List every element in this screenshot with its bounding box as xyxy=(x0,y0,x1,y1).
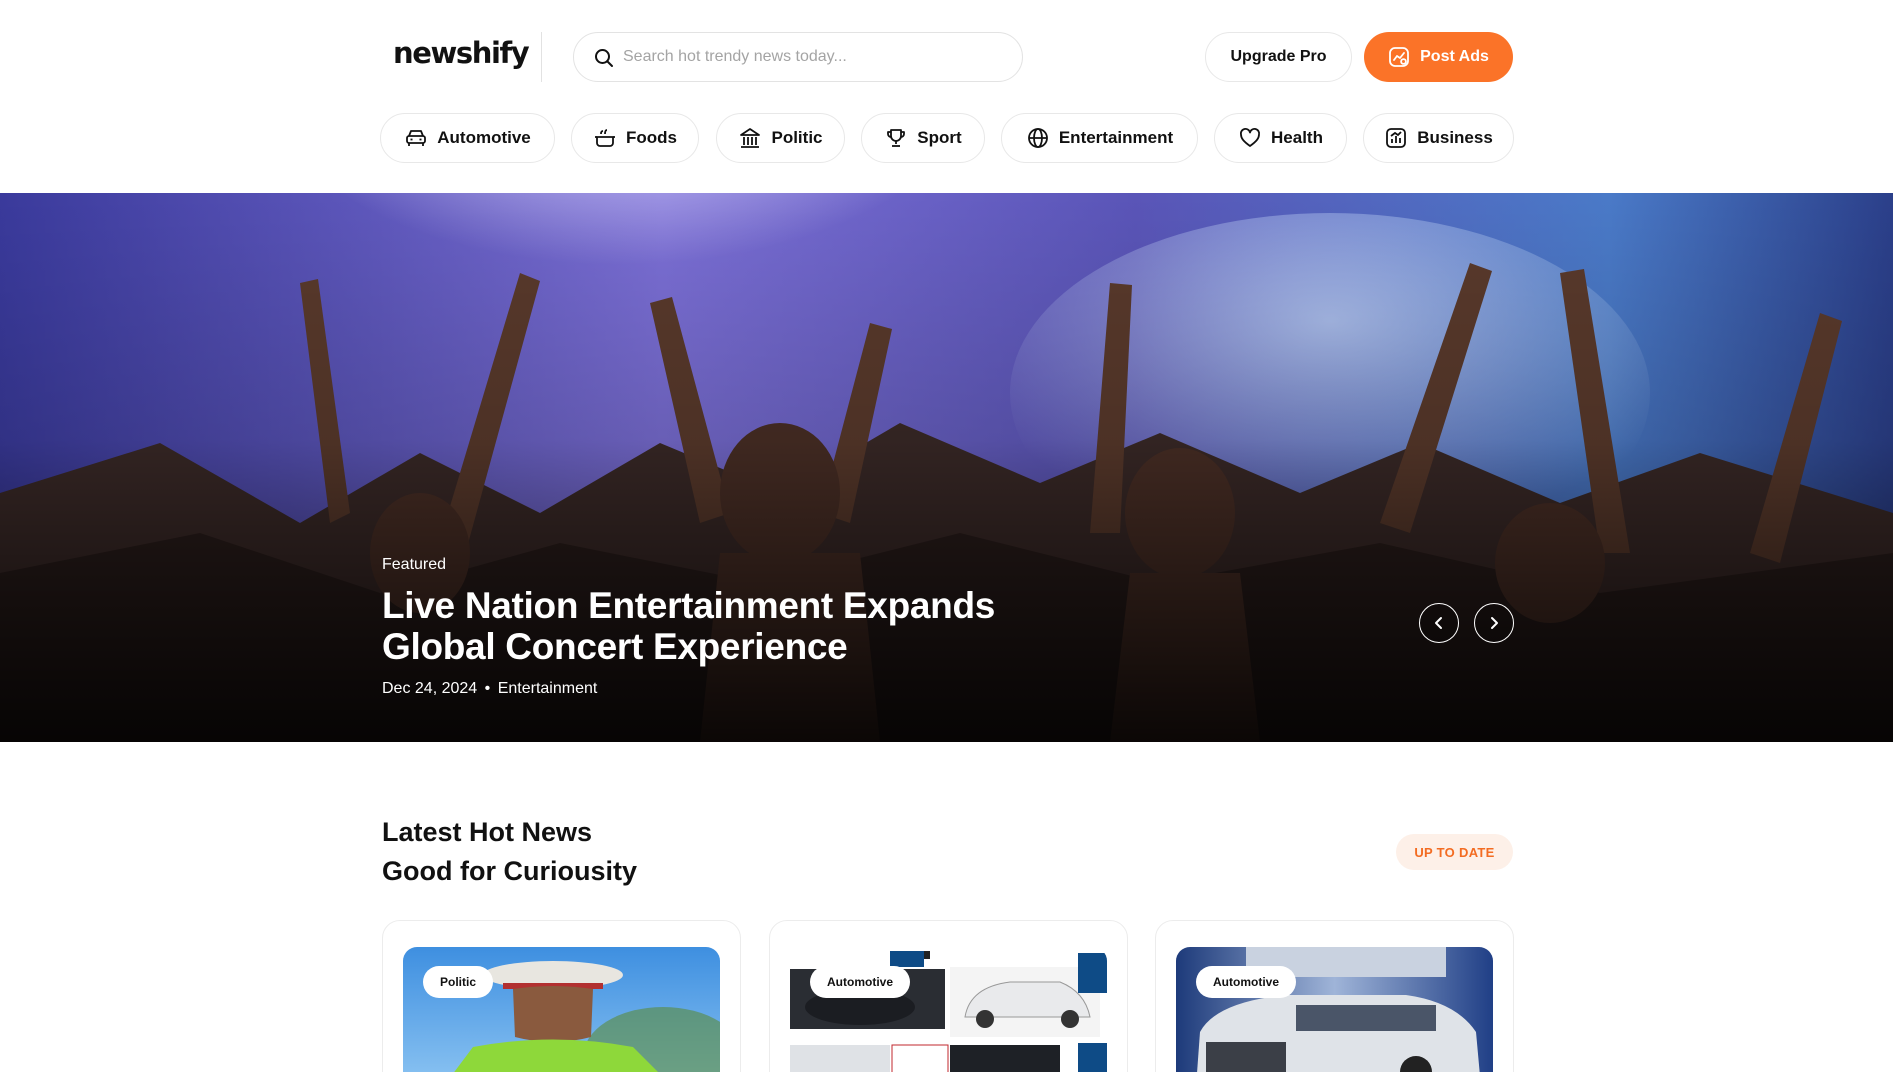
category-pill[interactable]: Automotive xyxy=(810,966,910,998)
category-politic[interactable]: Politic xyxy=(716,113,845,163)
previous-slide-button[interactable] xyxy=(1419,603,1459,643)
category-health[interactable]: Health xyxy=(1214,113,1347,163)
category-sport[interactable]: Sport xyxy=(861,113,985,163)
government-building-icon xyxy=(740,128,761,148)
featured-title[interactable]: Live Nation Entertainment Expands Global… xyxy=(382,585,1102,667)
category-label: Business xyxy=(1417,128,1493,147)
category-label: Health xyxy=(1271,128,1323,147)
heart-icon xyxy=(1240,128,1260,147)
featured-date: Dec 24, 2024 xyxy=(382,680,478,697)
category-pill[interactable]: Automotive xyxy=(1196,966,1296,998)
category-entertainment[interactable]: Entertainment xyxy=(1001,113,1198,163)
up-to-date-badge: UP TO DATE xyxy=(1396,834,1513,870)
latest-news-title-line1: Latest Hot News xyxy=(382,817,593,847)
category-business[interactable]: Business xyxy=(1363,113,1514,163)
featured-category[interactable]: Entertainment xyxy=(498,680,598,697)
next-slide-button[interactable] xyxy=(1474,603,1514,643)
category-label: Sport xyxy=(917,128,962,147)
category-pill[interactable]: Politic xyxy=(423,966,494,998)
latest-news-heading: Latest Hot News Good for Curiousity xyxy=(382,813,637,891)
meta-separator: • xyxy=(484,680,491,697)
globe-icon xyxy=(1027,128,1048,148)
post-ads-icon xyxy=(1389,47,1410,67)
latest-news-title-line2: Good for Curiousity xyxy=(382,856,637,886)
search-icon xyxy=(595,49,613,67)
upgrade-pro-button[interactable]: Upgrade Pro xyxy=(1205,32,1352,82)
category-foods[interactable]: Foods xyxy=(571,113,699,163)
site-logo[interactable]: newshify xyxy=(393,36,530,70)
search-bar[interactable] xyxy=(573,32,1023,82)
category-label: Automotive xyxy=(437,128,531,147)
header-divider xyxy=(541,32,542,82)
category-label: Politic xyxy=(771,128,823,147)
news-card[interactable]: Politic xyxy=(382,920,741,1072)
site-header: newshify Upgrade Pro Post Ads Automotive… xyxy=(0,0,1893,193)
chart-icon xyxy=(1386,128,1407,148)
pot-icon xyxy=(595,129,615,147)
category-label: Foods xyxy=(626,128,677,147)
chevron-right-icon xyxy=(1491,617,1498,629)
category-label: Entertainment xyxy=(1058,128,1174,147)
post-ads-button[interactable]: Post Ads xyxy=(1364,32,1513,82)
featured-label: Featured xyxy=(382,556,447,573)
featured-hero[interactable]: Featured Live Nation Entertainment Expan… xyxy=(0,193,1893,742)
search-input[interactable] xyxy=(623,33,1013,81)
chevron-left-icon xyxy=(1435,617,1442,629)
car-icon xyxy=(406,130,427,146)
news-card[interactable]: Automotive xyxy=(769,920,1128,1072)
trophy-icon xyxy=(887,129,906,147)
news-card[interactable]: Automotive xyxy=(1155,920,1514,1072)
featured-meta: Dec 24, 2024 • Entertainment xyxy=(382,680,597,698)
post-ads-label: Post Ads xyxy=(1420,48,1489,65)
category-automotive[interactable]: Automotive xyxy=(380,113,555,163)
